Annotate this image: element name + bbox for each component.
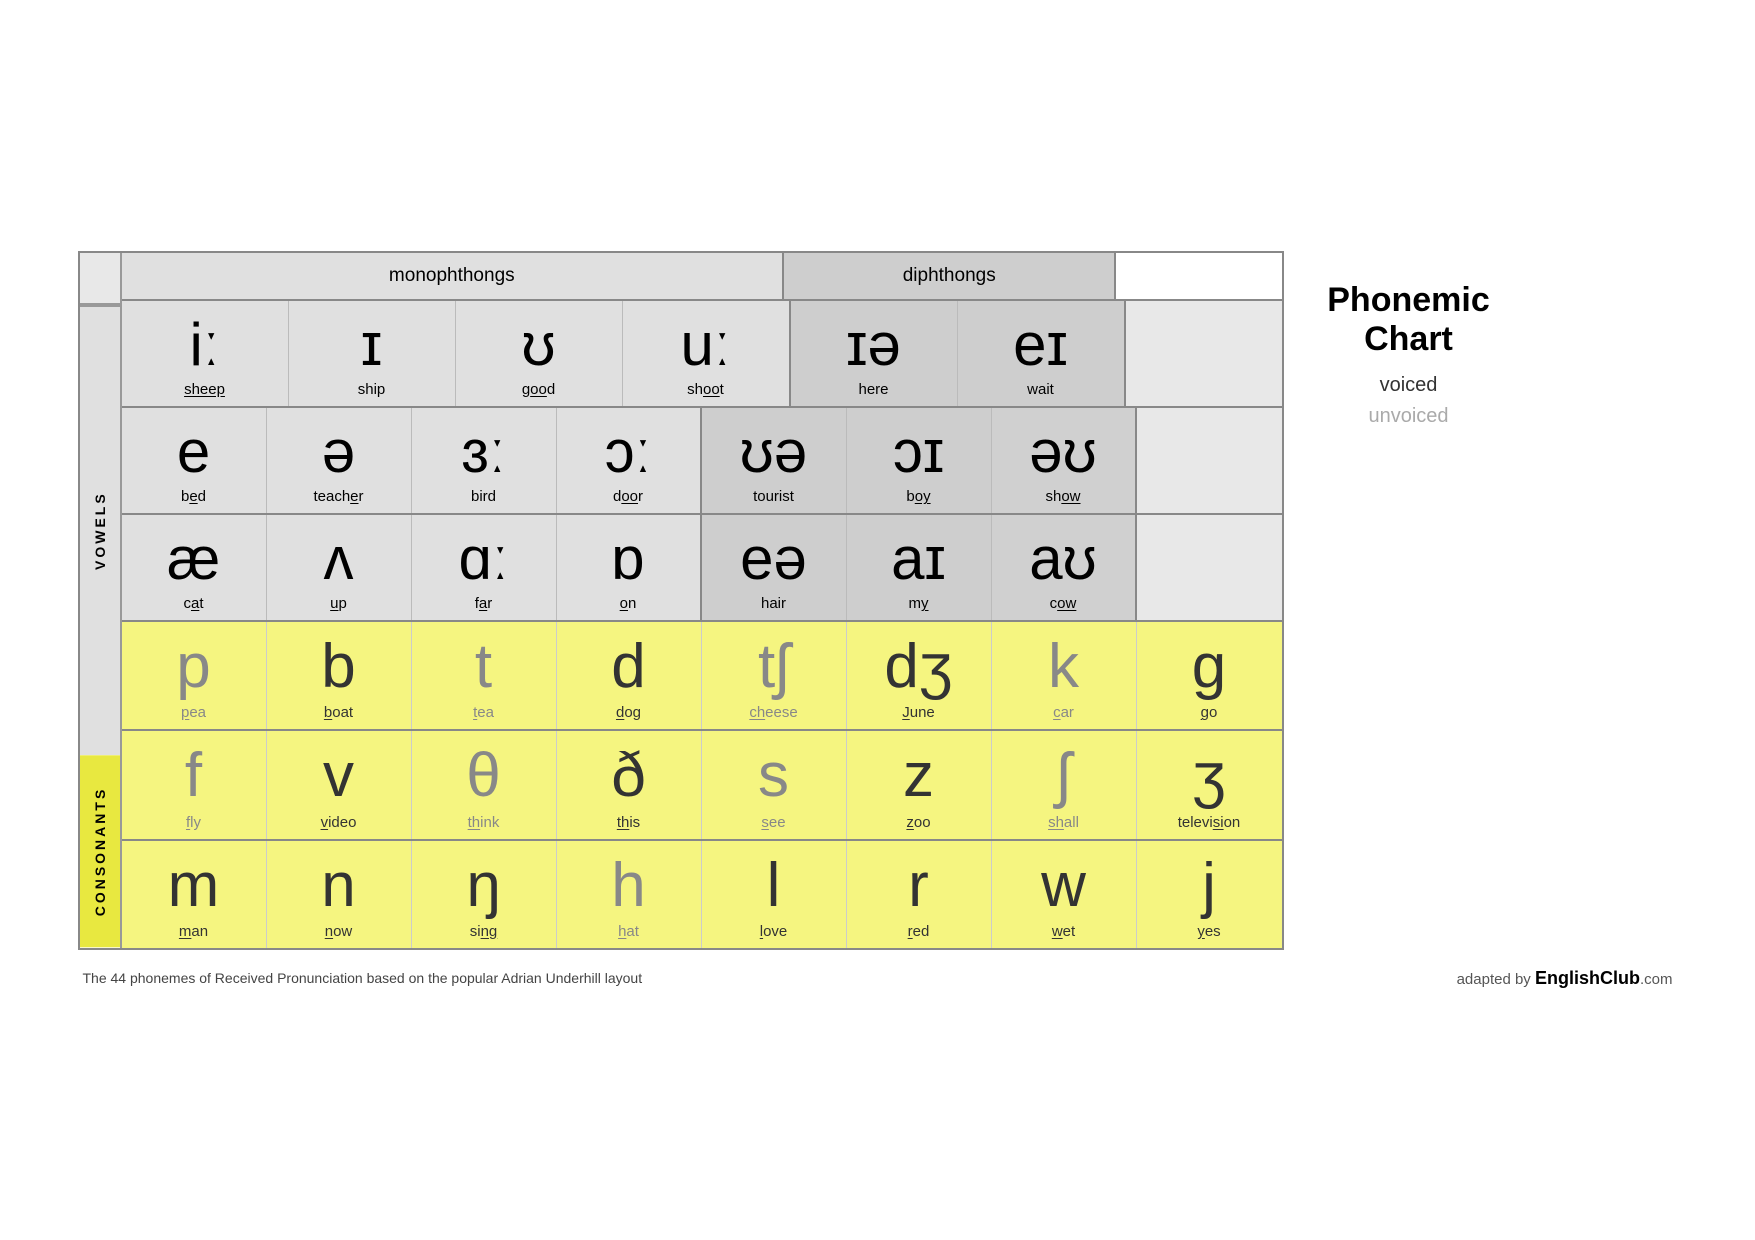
cell-uː: uː shoot [623, 301, 791, 406]
cell-e: e bed [122, 408, 267, 513]
vowel-row-1: iː sheep ɪ ship ʊ good uː shoot [122, 301, 1282, 408]
cell-ɔɪ: ɔɪ boy [847, 408, 992, 513]
cell-ɑː: ɑː far [412, 515, 557, 620]
consonant-row-1: p pea b boat t tea d dog [122, 622, 1282, 731]
cell-r: r red [847, 841, 992, 948]
main-grid: monophthongs diphthongs iː sheep ɪ [122, 253, 1282, 947]
row-labels: VOWELS CONSONANTS [80, 253, 122, 947]
consonants-label: CONSONANTS [80, 755, 120, 947]
cell-k: k car [992, 622, 1137, 729]
cell-b: b boat [267, 622, 412, 729]
cell-ɔː: ɔː door [557, 408, 702, 513]
cell-θ: θ think [412, 731, 557, 838]
cell-g: g go [1137, 622, 1282, 729]
consonant-row-3: m man n now ŋ sing h hat [122, 841, 1282, 948]
cell-eə: eə hair [702, 515, 847, 620]
voiced-label: voiced [1380, 374, 1438, 397]
top-section: VOWELS CONSONANTS monophthongs diphthong… [78, 251, 1678, 949]
cell-dʒ: dʒ June [847, 622, 992, 729]
cell-empty-r3 [1137, 515, 1282, 620]
header-spacer [80, 253, 120, 305]
cell-ɜː: ɜː bird [412, 408, 557, 513]
cell-z: z zoo [847, 731, 992, 838]
cell-ʊ: ʊ good [456, 301, 623, 406]
cell-l: l love [702, 841, 847, 948]
top-header-row: monophthongs diphthongs [122, 253, 1282, 301]
monophthongs-header: monophthongs [122, 253, 785, 299]
footer-note: The 44 phonemes of Received Pronunciatio… [83, 970, 643, 986]
vowel-row-2: e bed ə teacher ɜː bird ɔː door [122, 408, 1282, 515]
cell-ʊə: ʊə tourist [702, 408, 847, 513]
cell-ʃ: ʃ shall [992, 731, 1137, 838]
cell-tʃ: tʃ cheese [702, 622, 847, 729]
cell-ə: ə teacher [267, 408, 412, 513]
cell-f: f fly [122, 731, 267, 838]
cell-m: m man [122, 841, 267, 948]
cell-n: n now [267, 841, 412, 948]
vowel-row-3: æ cat ʌ up ɑː far ɒ on [122, 515, 1282, 622]
diphthongs-header: diphthongs [784, 253, 1116, 299]
footer-brand: adapted by EnglishClub.com [1457, 968, 1673, 989]
cell-t: t tea [412, 622, 557, 729]
cell-w: w wet [992, 841, 1137, 948]
chart-title: Phonemic Chart [1327, 281, 1489, 359]
cell-s: s see [702, 731, 847, 838]
cell-h: h hat [557, 841, 702, 948]
cell-æ: æ cat [122, 515, 267, 620]
cell-ʒ: ʒ television [1137, 731, 1282, 838]
cell-eɪ: eɪ wait [958, 301, 1126, 406]
cell-ɒ: ɒ on [557, 515, 702, 620]
vowels-label: VOWELS [80, 305, 120, 755]
cell-əʊ: əʊ show [992, 408, 1137, 513]
cell-aɪ: aɪ my [847, 515, 992, 620]
cell-d: d dog [557, 622, 702, 729]
cell-p: p pea [122, 622, 267, 729]
header-empty [1116, 253, 1281, 299]
cell-ɪ: ɪ ship [289, 301, 456, 406]
cell-ð: ð this [557, 731, 702, 838]
cell-empty-r2 [1137, 408, 1282, 513]
footer: The 44 phonemes of Received Pronunciatio… [78, 968, 1678, 989]
cell-ŋ: ŋ sing [412, 841, 557, 948]
cell-j: j yes [1137, 841, 1282, 948]
cell-aʊ: aʊ cow [992, 515, 1137, 620]
cell-ɪə: ɪə here [791, 301, 958, 406]
cell-empty-r1 [1126, 301, 1282, 406]
cell-v: v video [267, 731, 412, 838]
cell-ʌ: ʌ up [267, 515, 412, 620]
page-wrapper: VOWELS CONSONANTS monophthongs diphthong… [78, 251, 1678, 988]
chart: VOWELS CONSONANTS monophthongs diphthong… [78, 251, 1284, 949]
consonant-row-2: f fly v video θ think ð this [122, 731, 1282, 840]
legend: Phonemic Chart voiced unvoiced [1304, 251, 1514, 427]
unvoiced-label: unvoiced [1368, 405, 1448, 428]
cell-iː: iː sheep [122, 301, 289, 406]
